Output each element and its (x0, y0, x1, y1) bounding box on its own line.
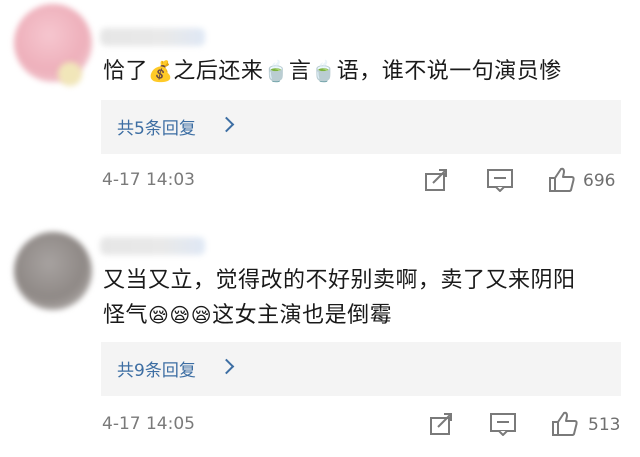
avatar-badge (58, 62, 82, 86)
replies-link[interactable]: 共9条回复 (101, 342, 621, 396)
share-icon[interactable] (429, 412, 455, 436)
like-count: 696 (583, 171, 616, 191)
sleepy-face-emoji: 😪😪😪 (148, 303, 213, 327)
comment-text-line-2: 怪气😪😪😪这女主演也是倒霉 (103, 303, 393, 328)
like-count: 513 (588, 415, 621, 435)
like-icon[interactable] (551, 410, 579, 437)
comment-icon[interactable] (486, 168, 514, 192)
share-icon[interactable] (424, 168, 450, 192)
replies-link[interactable]: 共5条回复 (101, 100, 621, 154)
avatar[interactable] (14, 232, 92, 310)
money-bag-emoji: 💰 (148, 59, 174, 83)
chevron-right-icon (218, 116, 235, 133)
username[interactable] (100, 28, 205, 46)
replies-label: 共9条回复 (117, 361, 196, 381)
tea-emoji: 🍵 (263, 59, 289, 83)
comment-text: 恰了💰之后还来🍵言🍵语，谁不说一句演员惨 (103, 59, 562, 84)
tea-emoji: 🍵 (311, 59, 337, 83)
comment-icon[interactable] (489, 412, 517, 436)
username[interactable] (100, 237, 205, 255)
chevron-right-icon (218, 358, 235, 375)
timestamp: 4-17 14:03 (102, 170, 195, 190)
comment-text-line-1: 又当又立，觉得改的不好别卖啊，卖了又来阴阳 (103, 268, 576, 293)
like-icon[interactable] (548, 166, 576, 193)
timestamp: 4-17 14:05 (102, 414, 195, 434)
replies-label: 共5条回复 (117, 119, 196, 139)
